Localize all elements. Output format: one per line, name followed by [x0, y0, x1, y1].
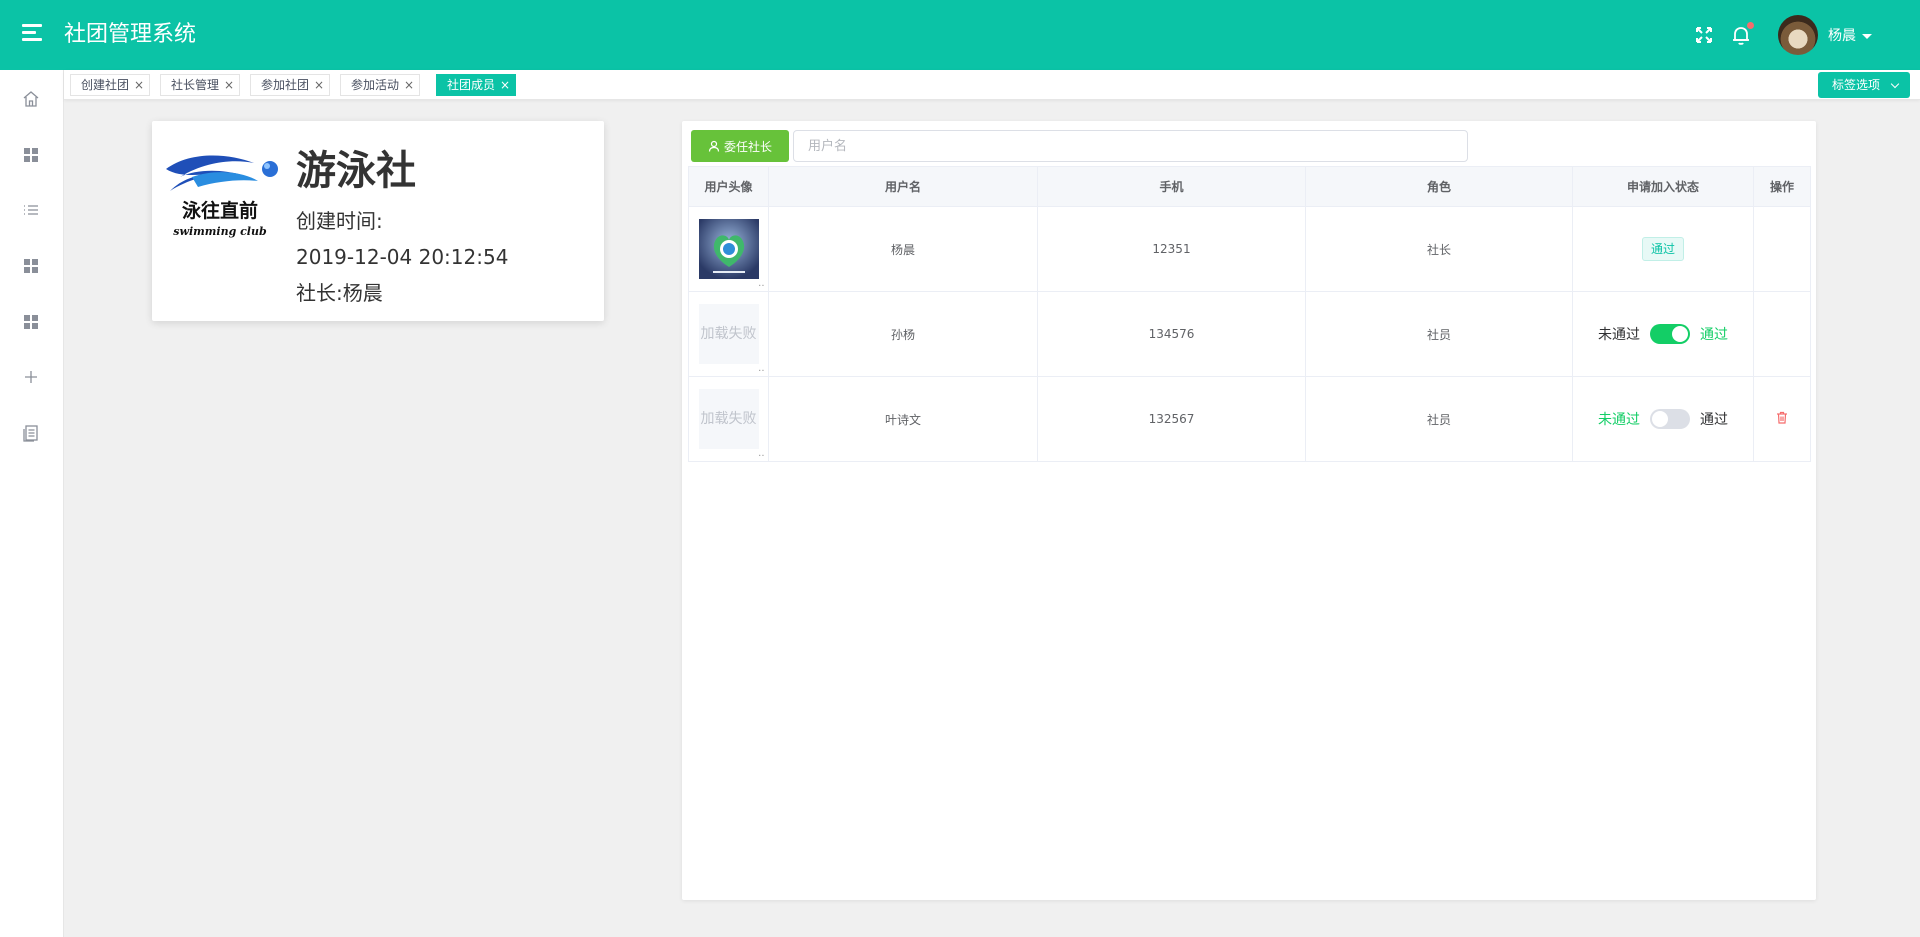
- tab-label: 参加活动: [351, 78, 400, 92]
- close-icon[interactable]: ×: [404, 75, 414, 95]
- actions-cell: [1753, 291, 1811, 377]
- avatar-ellipsis: ..: [758, 363, 765, 374]
- chevron-down-icon: [1890, 79, 1900, 89]
- phone-cell: 132567: [1037, 376, 1306, 462]
- delete-icon[interactable]: [1776, 411, 1788, 424]
- created-time: 2019-12-04 20:12:54: [296, 245, 509, 269]
- column-header-actions: 操作: [1753, 166, 1811, 207]
- grid-icon[interactable]: [22, 313, 40, 331]
- tab-options-button[interactable]: 标签选项: [1817, 72, 1910, 98]
- tab-options-label: 标签选项: [1831, 78, 1880, 92]
- phone-cell: 12351: [1037, 206, 1306, 292]
- tab-join-club[interactable]: 参加社团 ×: [250, 74, 331, 96]
- club-name: 游泳社: [296, 148, 416, 194]
- actions-cell: [1753, 206, 1811, 292]
- members-table: 用户头像 用户名 手机 角色 申请加入状态 操作 .. 杨晨 12351 社长 …: [688, 166, 1811, 462]
- approval-switch-group: 未通过 通过: [1598, 409, 1728, 429]
- tab-leader-management[interactable]: 社长管理 ×: [160, 74, 241, 96]
- tab-label: 参加社团: [261, 78, 310, 92]
- avatar-cell: ..: [688, 206, 769, 292]
- close-icon[interactable]: ×: [224, 75, 234, 95]
- user-icon: [708, 140, 720, 152]
- role-cell: 社长: [1305, 206, 1573, 292]
- plus-icon[interactable]: [22, 368, 40, 386]
- column-header-avatar: 用户头像: [688, 166, 769, 207]
- username-search-input[interactable]: [793, 130, 1468, 162]
- avatar-ellipsis: ..: [758, 278, 765, 289]
- column-header-username: 用户名: [768, 166, 1038, 207]
- column-header-phone: 手机: [1037, 166, 1306, 207]
- grid-icon[interactable]: [22, 146, 40, 164]
- status-badge: 通过: [1641, 237, 1684, 261]
- close-icon[interactable]: ×: [134, 75, 144, 95]
- role-cell: 社员: [1305, 376, 1573, 462]
- close-icon[interactable]: ×: [500, 75, 510, 95]
- approve-label[interactable]: 通过: [1700, 409, 1728, 429]
- close-icon[interactable]: ×: [314, 75, 324, 95]
- notification-dot: [1747, 22, 1754, 29]
- list-icon[interactable]: [22, 201, 40, 219]
- bell-icon[interactable]: [1730, 22, 1754, 46]
- table-row: 加载失败 .. 孙杨 134576 社员 未通过 通过: [688, 291, 1811, 377]
- club-logo: 泳往直前 swimming club: [166, 155, 278, 238]
- tab-label: 社长管理: [171, 78, 220, 92]
- document-icon[interactable]: [22, 424, 40, 442]
- app-title: 社团管理系统: [64, 22, 197, 47]
- home-icon[interactable]: [22, 90, 40, 108]
- actions-cell: [1753, 376, 1811, 462]
- tab-create-club[interactable]: 创建社团 ×: [70, 74, 151, 96]
- approve-label[interactable]: 通过: [1700, 324, 1728, 344]
- approval-toggle[interactable]: [1650, 324, 1690, 344]
- status-cell: 未通过 通过: [1572, 376, 1754, 462]
- username-cell: 叶诗文: [768, 376, 1038, 462]
- user-avatar[interactable]: [1778, 15, 1818, 55]
- top-header: 社团管理系统 杨晨: [0, 0, 1920, 70]
- column-header-status: 申请加入状态: [1572, 166, 1754, 207]
- tab-label: 社团成员: [447, 78, 496, 92]
- club-info-card: 泳往直前 swimming club 游泳社 创建时间: 2019-12-04 …: [152, 121, 604, 321]
- sidebar: [0, 70, 64, 937]
- caret-down-icon: [1862, 33, 1872, 39]
- tab-club-members[interactable]: 社团成员 ×: [436, 74, 517, 96]
- role-cell: 社员: [1305, 291, 1573, 377]
- member-avatar-image[interactable]: [698, 219, 759, 279]
- avatar-cell: 加载失败 ..: [688, 291, 769, 377]
- table-row: .. 杨晨 12351 社长 通过: [688, 206, 1811, 292]
- club-logo-text: 泳往直前: [182, 199, 258, 222]
- user-name: 杨晨: [1828, 28, 1856, 44]
- column-header-role: 角色: [1305, 166, 1573, 207]
- club-leader: 社长:杨晨: [296, 281, 383, 305]
- fullscreen-icon[interactable]: [1694, 25, 1714, 45]
- approval-toggle[interactable]: [1650, 409, 1690, 429]
- members-panel: 委任社长 用户头像 用户名 手机 角色 申请加入状态 操作: [682, 121, 1816, 900]
- appoint-leader-button[interactable]: 委任社长: [691, 130, 789, 162]
- menu-icon[interactable]: [22, 24, 42, 42]
- avatar-cell: 加载失败 ..: [688, 376, 769, 462]
- approval-switch-group: 未通过 通过: [1598, 324, 1728, 344]
- tab-join-activity[interactable]: 参加活动 ×: [340, 74, 421, 96]
- user-menu[interactable]: 杨晨: [1828, 25, 1872, 45]
- tabs-bar: 创建社团 × 社长管理 × 参加社团 × 参加活动 × 社团成员 × 标签选项: [64, 70, 1920, 100]
- phone-cell: 134576: [1037, 291, 1306, 377]
- reject-label[interactable]: 未通过: [1598, 324, 1640, 344]
- reject-label[interactable]: 未通过: [1598, 409, 1640, 429]
- username-cell: 孙杨: [768, 291, 1038, 377]
- table-row: 加载失败 .. 叶诗文 132567 社员 未通过 通过: [688, 376, 1811, 462]
- status-cell: 通过: [1572, 206, 1754, 292]
- grid-icon[interactable]: [22, 257, 40, 275]
- created-label: 创建时间:: [296, 209, 383, 233]
- appoint-leader-label: 委任社长: [723, 139, 772, 154]
- header-actions: 杨晨: [1694, 14, 1872, 56]
- table-header-row: 用户头像 用户名 手机 角色 申请加入状态 操作: [688, 166, 1811, 207]
- avatar-ellipsis: ..: [758, 448, 765, 459]
- avatar-load-failed: 加载失败: [698, 389, 759, 449]
- status-cell: 未通过 通过: [1572, 291, 1754, 377]
- tab-label: 创建社团: [81, 78, 130, 92]
- username-cell: 杨晨: [768, 206, 1038, 292]
- avatar-load-failed: 加载失败: [698, 304, 759, 364]
- club-logo-subtext: swimming club: [173, 225, 267, 238]
